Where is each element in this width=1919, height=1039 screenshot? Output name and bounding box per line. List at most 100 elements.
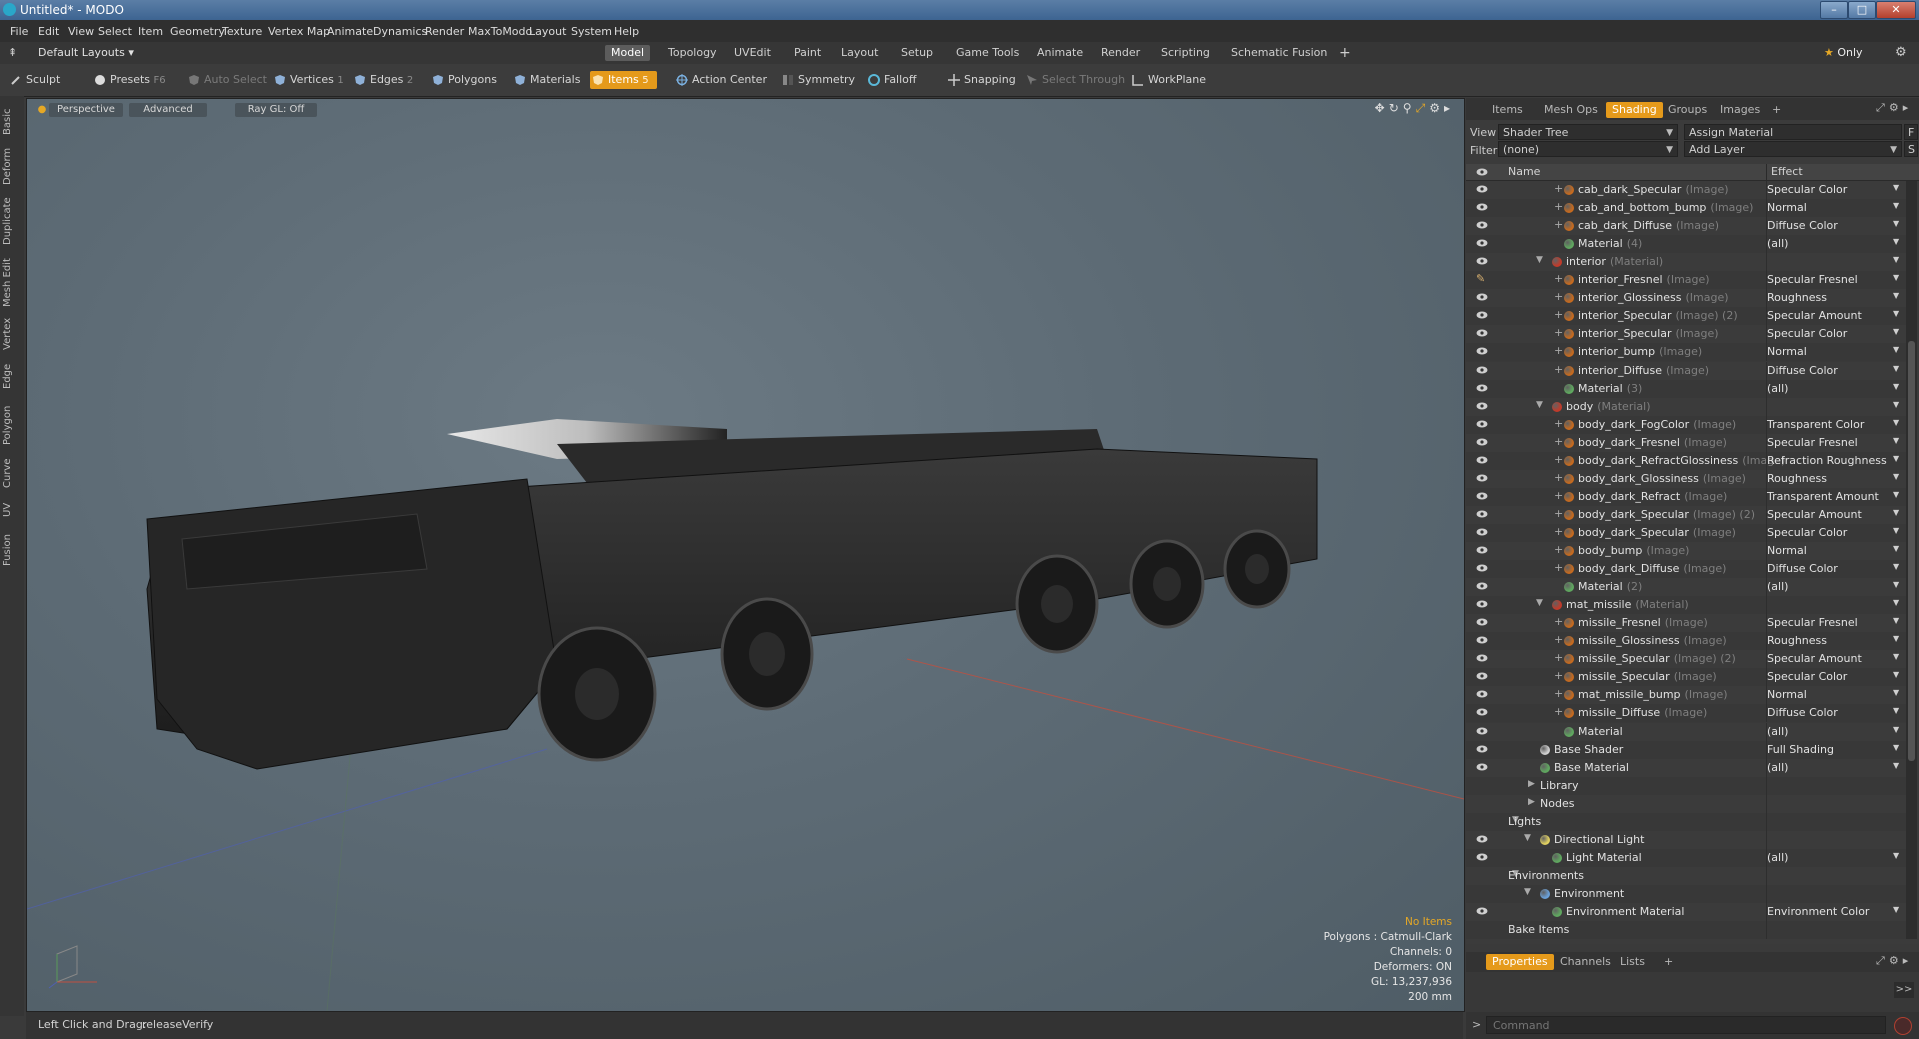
- expand-plus-icon[interactable]: +: [1554, 290, 1563, 303]
- chevron-down-icon[interactable]: ▼: [1893, 562, 1899, 571]
- tree-row[interactable]: + interior_Specular (Image) (2) Specular Am…: [1466, 307, 1906, 326]
- eye-icon[interactable]: [1476, 636, 1488, 644]
- tree-row[interactable]: + body_dark_Glossiness (Image) Roughness ▼: [1466, 469, 1906, 488]
- properties-corner-icons[interactable]: ⤢⚙▸: [1876, 954, 1912, 968]
- tree-row[interactable]: + interior_Glossiness (Image) Roughness ▼: [1466, 289, 1906, 308]
- maximize-panel-icon[interactable]: ⤢: [1876, 101, 1889, 114]
- layout-tab-model[interactable]: Model: [605, 45, 651, 61]
- tree-row[interactable]: ▼ Environment: [1466, 884, 1906, 903]
- polygons-button[interactable]: Polygons: [430, 71, 497, 89]
- tree-row[interactable]: Bake Items: [1466, 921, 1906, 939]
- chevron-down-icon[interactable]: ▼: [1893, 345, 1899, 354]
- items-button[interactable]: Items 5: [590, 71, 657, 89]
- tree-row[interactable]: + body_bump (Image) Normal ▼: [1466, 542, 1906, 560]
- falloff-button[interactable]: Falloff: [866, 71, 916, 89]
- effect-dropdown[interactable]: (all): [1767, 580, 1788, 593]
- vertices-button[interactable]: Vertices 1: [272, 71, 344, 89]
- tree-row[interactable]: + body_dark_Fresnel (Image) Specular Fresne…: [1466, 433, 1906, 452]
- panel-arrow-icon[interactable]: ▸: [1903, 954, 1913, 967]
- effect-dropdown[interactable]: Normal: [1767, 201, 1807, 214]
- tree-row[interactable]: Light Material (all) ▼: [1466, 848, 1906, 867]
- eye-icon[interactable]: [1476, 456, 1488, 464]
- effect-dropdown[interactable]: (all): [1767, 725, 1788, 738]
- effect-dropdown[interactable]: Specular Fresnel: [1767, 273, 1858, 286]
- tree-row[interactable]: Base Shader Full Shading ▼: [1466, 740, 1906, 759]
- eye-icon[interactable]: [1476, 582, 1488, 590]
- eye-icon[interactable]: [1476, 221, 1488, 229]
- tree-row[interactable]: ✎ + interior_Fresnel (Image) Specular Fresne…: [1466, 271, 1906, 290]
- expand-plus-icon[interactable]: +: [1554, 543, 1563, 556]
- tree-row[interactable]: ▶ Library: [1466, 776, 1906, 795]
- chevron-down-icon[interactable]: ▼: [1893, 905, 1899, 914]
- eye-icon[interactable]: [1476, 600, 1488, 608]
- tree-row[interactable]: ▼ Environments: [1466, 866, 1906, 885]
- edges-button[interactable]: Edges 2: [352, 71, 413, 89]
- chevron-down-icon[interactable]: ▼: [1893, 761, 1899, 770]
- expand-plus-icon[interactable]: +: [1554, 705, 1563, 718]
- tree-row[interactable]: Material (4) (all) ▼: [1466, 235, 1906, 254]
- scrollbar-thumb[interactable]: [1908, 341, 1915, 761]
- chevron-down-icon[interactable]: ▼: [1893, 688, 1899, 697]
- view-dropdown[interactable]: Shader Tree ▼: [1498, 124, 1678, 140]
- assign-material-button[interactable]: Assign Material: [1684, 124, 1902, 140]
- eye-icon[interactable]: [1476, 402, 1488, 410]
- add-layout-tab-button[interactable]: +: [1333, 45, 1357, 61]
- effect-dropdown[interactable]: Normal: [1767, 345, 1807, 358]
- layout-tab-animate[interactable]: Animate: [1031, 45, 1089, 61]
- tree-row[interactable]: Material (3) (all) ▼: [1466, 379, 1906, 398]
- presets-button[interactable]: Presets F6: [92, 71, 166, 89]
- effect-dropdown[interactable]: Specular Fresnel: [1767, 616, 1858, 629]
- chevron-down-icon[interactable]: ▼: [1893, 454, 1899, 463]
- expand-plus-icon[interactable]: +: [1554, 344, 1563, 357]
- layout-tab-topology[interactable]: Topology: [662, 45, 723, 61]
- panel-corner-icons[interactable]: ⤢⚙▸: [1876, 101, 1912, 115]
- bottom-tab-channels[interactable]: Channels: [1554, 954, 1617, 970]
- tree-row[interactable]: + cab_dark_Diffuse (Image) Diffuse Color ▼: [1466, 217, 1906, 236]
- eye-icon[interactable]: [1476, 745, 1488, 753]
- menu-dynamics[interactable]: Dynamics: [373, 25, 427, 38]
- collapse-triangle-icon[interactable]: ▼: [1536, 400, 1543, 410]
- tree-row[interactable]: ▼ Directional Light: [1466, 830, 1906, 849]
- only-toggle[interactable]: ★ Only: [1824, 45, 1886, 61]
- tree-row[interactable]: Material (2) (all) ▼: [1466, 578, 1906, 597]
- effect-dropdown[interactable]: Specular Fresnel: [1767, 436, 1858, 449]
- expand-plus-icon[interactable]: +: [1554, 326, 1563, 339]
- chevron-down-icon[interactable]: ▼: [1893, 255, 1899, 264]
- layout-tab-scripting[interactable]: Scripting: [1155, 45, 1216, 61]
- expand-triangle-icon[interactable]: ▶: [1528, 797, 1535, 807]
- tree-row[interactable]: + body_dark_RefractGlossiness (Image) Refra…: [1466, 451, 1906, 470]
- expand-plus-icon[interactable]: +: [1554, 182, 1563, 195]
- effect-dropdown[interactable]: Transparent Amount: [1767, 490, 1879, 503]
- expand-plus-icon[interactable]: +: [1554, 507, 1563, 520]
- expand-plus-icon[interactable]: +: [1554, 272, 1563, 285]
- menu-edit[interactable]: Edit: [38, 25, 59, 38]
- panel-arrow-icon[interactable]: ▸: [1903, 101, 1913, 114]
- left-tab-curve[interactable]: Curve: [2, 454, 22, 492]
- menu-view[interactable]: View: [68, 25, 94, 38]
- chevron-down-icon[interactable]: ▼: [1893, 598, 1899, 607]
- effect-dropdown[interactable]: (all): [1767, 851, 1788, 864]
- collapse-triangle-icon[interactable]: ▼: [1524, 887, 1531, 897]
- eye-icon[interactable]: [1476, 366, 1488, 374]
- expand-button[interactable]: >>: [1894, 982, 1914, 998]
- tree-row[interactable]: + body_dark_FogColor (Image) Transparent Co…: [1466, 415, 1906, 434]
- chevron-down-icon[interactable]: ▼: [1893, 327, 1899, 336]
- chevron-down-icon[interactable]: ▼: [1893, 851, 1899, 860]
- add-layer-dropdown[interactable]: Add Layer ▼: [1684, 141, 1902, 157]
- tree-row[interactable]: ▼ Lights: [1466, 812, 1906, 831]
- effect-dropdown[interactable]: Environment Color: [1767, 905, 1869, 918]
- effect-dropdown[interactable]: (all): [1767, 382, 1788, 395]
- eye-icon[interactable]: [1476, 835, 1488, 843]
- chevron-down-icon[interactable]: ▼: [1893, 652, 1899, 661]
- menu-layout[interactable]: Layout: [529, 25, 566, 38]
- bottom-tab-lists[interactable]: Lists: [1614, 954, 1651, 970]
- expand-plus-icon[interactable]: +: [1554, 525, 1563, 538]
- effect-dropdown[interactable]: Specular Amount: [1767, 508, 1862, 521]
- effect-dropdown[interactable]: Refraction Roughness: [1767, 454, 1887, 467]
- expand-plus-icon[interactable]: +: [1554, 615, 1563, 628]
- tree-row[interactable]: ▼ interior (Material) ▼: [1466, 253, 1906, 272]
- tree-row[interactable]: ▶ Nodes: [1466, 794, 1906, 813]
- left-tab-duplicate[interactable]: Duplicate: [2, 192, 22, 250]
- expand-plus-icon[interactable]: +: [1554, 453, 1563, 466]
- effect-dropdown[interactable]: Diffuse Color: [1767, 562, 1838, 575]
